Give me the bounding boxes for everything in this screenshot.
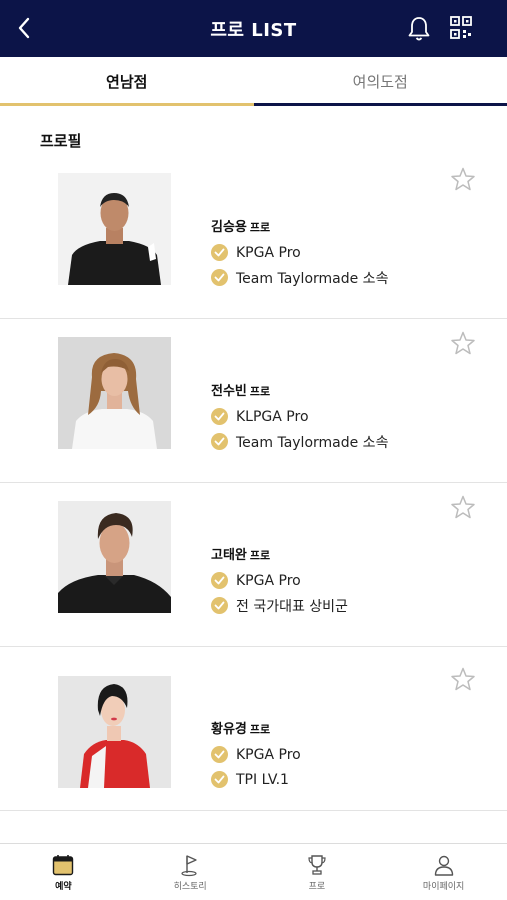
tab-yeonnam[interactable]: 연남점	[0, 57, 254, 106]
pro-suffix: 프로	[249, 723, 271, 736]
pro-photo	[58, 676, 171, 788]
favorite-star-button[interactable]	[450, 330, 476, 356]
check-icon	[211, 572, 228, 589]
pro-card[interactable]: 고태완 프로 KPGA Pro 전 국가대표 상비군	[0, 484, 507, 647]
pro-photo	[58, 501, 171, 613]
pro-name-row: 김승용 프로	[211, 216, 388, 235]
pro-tag: KPGA Pro	[211, 742, 301, 767]
pro-tag: Team Taylormade 소속	[211, 429, 388, 454]
nav-label: 마이페이지	[422, 882, 465, 892]
pro-tag: Team Taylormade 소속	[211, 265, 388, 290]
pro-photo	[58, 337, 171, 449]
nav-reservation[interactable]: 예약	[0, 844, 127, 900]
pro-photo-image	[58, 676, 171, 788]
star-outline-icon	[451, 331, 475, 355]
nav-label: 히스토리	[173, 882, 207, 892]
pro-name-row: 황유경 프로	[211, 718, 301, 737]
star-outline-icon	[451, 167, 475, 191]
pro-name: 황유경	[211, 722, 247, 737]
favorite-star-button[interactable]	[450, 494, 476, 520]
star-outline-icon	[451, 495, 475, 519]
check-icon	[211, 746, 228, 763]
pro-suffix: 프로	[249, 549, 271, 562]
pro-suffix: 프로	[249, 385, 271, 398]
pro-tag-text: Team Taylormade 소속	[236, 434, 389, 451]
pro-name-row: 전수빈 프로	[211, 380, 388, 399]
pro-name: 고태완	[211, 548, 247, 563]
bottom-nav: 예약 히스토리 프로 마이페이지	[0, 843, 507, 900]
check-icon	[211, 269, 228, 286]
pro-tag: KLPGA Pro	[211, 404, 388, 429]
pro-info: 황유경 프로 KPGA Pro TPI LV.1	[211, 718, 301, 792]
check-icon	[211, 597, 228, 614]
check-icon	[211, 408, 228, 425]
branch-tabs: 연남점 여의도점	[0, 57, 507, 106]
pro-info: 전수빈 프로 KLPGA Pro Team Taylormade 소속	[211, 380, 388, 454]
nav-history[interactable]: 히스토리	[127, 844, 254, 900]
pro-name: 김승용	[211, 220, 247, 235]
pro-tag-text: KPGA Pro	[236, 572, 301, 589]
nav-mypage[interactable]: 마이페이지	[380, 844, 507, 900]
pro-tag-text: Team Taylormade 소속	[236, 270, 389, 287]
pro-tag: 전 국가대표 상비군	[211, 593, 348, 618]
favorite-star-button[interactable]	[450, 666, 476, 692]
golf-flag-icon	[181, 855, 197, 877]
qr-code-button[interactable]	[448, 14, 474, 42]
pro-name: 전수빈	[211, 384, 247, 399]
bell-icon	[408, 17, 430, 41]
favorite-star-button[interactable]	[450, 166, 476, 192]
pro-tag: TPI LV.1	[211, 767, 301, 792]
nav-label: 예약	[55, 882, 72, 892]
page-title: 프로 LIST	[210, 19, 297, 41]
pro-name-row: 고태완 프로	[211, 544, 348, 563]
app-header: 프로 LIST	[0, 0, 507, 57]
pro-card[interactable]: 전수빈 프로 KLPGA Pro Team Taylormade 소속	[0, 320, 507, 483]
tab-yeouido[interactable]: 여의도점	[253, 57, 507, 106]
pro-tag: KPGA Pro	[211, 568, 348, 593]
check-icon	[211, 771, 228, 788]
pro-tag-text: TPI LV.1	[236, 771, 289, 788]
pro-tag-text: KLPGA Pro	[236, 408, 309, 425]
pro-info: 고태완 프로 KPGA Pro 전 국가대표 상비군	[211, 544, 348, 618]
star-outline-icon	[451, 667, 475, 691]
nav-pro[interactable]: 프로	[254, 844, 381, 900]
nav-label: 프로	[308, 882, 326, 892]
check-icon	[211, 244, 228, 261]
back-button[interactable]	[10, 13, 38, 43]
person-icon	[434, 855, 453, 876]
pro-photo-image	[58, 337, 171, 449]
pro-card[interactable]: 황유경 프로 KPGA Pro TPI LV.1	[0, 648, 507, 811]
pro-suffix: 프로	[249, 221, 271, 234]
qr-code-icon	[450, 16, 472, 39]
pro-photo-image	[58, 501, 171, 613]
check-icon	[211, 433, 228, 450]
pro-photo	[58, 173, 171, 285]
trophy-icon	[308, 855, 326, 875]
pro-tag-text: 전 국가대표 상비군	[236, 598, 348, 615]
pro-tag: KPGA Pro	[211, 240, 388, 265]
notification-button[interactable]	[406, 15, 432, 43]
pro-info: 김승용 프로 KPGA Pro Team Taylormade 소속	[211, 216, 388, 290]
section-title: 프로필	[40, 132, 82, 150]
calendar-icon	[53, 855, 74, 876]
pro-photo-image	[58, 173, 171, 285]
pro-card[interactable]: 김승용 프로 KPGA Pro Team Taylormade 소속	[0, 156, 507, 319]
pro-tag-text: KPGA Pro	[236, 746, 301, 763]
chevron-left-icon	[18, 17, 30, 39]
pro-tag-text: KPGA Pro	[236, 244, 301, 261]
